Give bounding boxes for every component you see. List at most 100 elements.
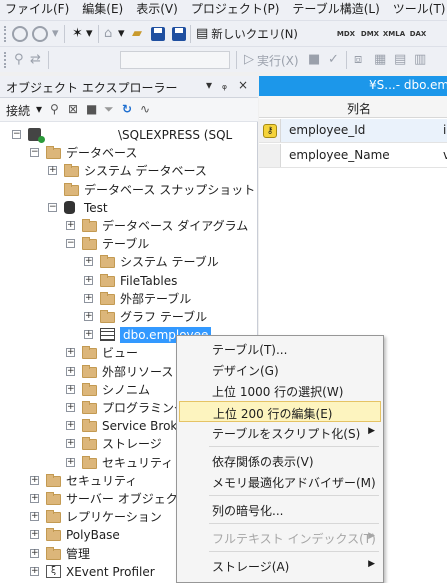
tree-node[interactable]: + FileTables [0,272,258,290]
context-menu-item[interactable]: 上位 200 行の編集(E) [179,401,381,422]
toolbar-grip[interactable] [4,25,8,43]
results-text-icon[interactable]: ▥ [414,51,426,69]
tree-node[interactable]: データベース スナップショット [0,181,258,199]
menu-tools[interactable]: ツール(T) [388,0,447,20]
toolbar-grip-2[interactable] [4,51,8,69]
results-grid-icon[interactable]: ▤ [394,51,406,69]
expand-icon[interactable]: + [84,275,93,285]
tree-node[interactable]: − \SQLEXPRESS (SQL [0,126,258,144]
parse-icon[interactable]: ✓ [328,51,339,69]
tree-node[interactable]: + グラフ テーブル [0,308,258,326]
context-menu-item[interactable]: 依存関係の表示(V) [179,450,381,471]
save-all-icon[interactable] [172,25,186,43]
expand-icon[interactable]: + [30,566,39,576]
expand-icon[interactable]: + [30,548,39,558]
column-name-cell[interactable]: employee_Name [289,148,390,162]
column-type-cell[interactable]: v [443,148,447,162]
database-dropdown[interactable] [120,51,230,69]
expand-icon[interactable]: + [84,293,93,303]
connect-dropdown-icon[interactable]: ▾ [36,102,42,116]
tree-node[interactable]: − Test [0,199,258,217]
close-icon[interactable]: × [238,78,248,92]
expand-icon[interactable]: + [84,330,93,340]
execute-button[interactable]: ▷ 実行(X) [244,51,299,69]
mdx-query-icon[interactable]: MDX [334,25,358,43]
refresh-icon[interactable]: ↻ [122,102,132,116]
panel-menu-icon[interactable]: ▾ [206,78,212,92]
column-type-cell[interactable]: i [443,123,446,137]
column-name-cell[interactable]: employee_Id [289,123,365,137]
tree-node[interactable]: − テーブル [0,235,258,253]
expand-icon[interactable]: + [66,457,75,467]
expand-icon[interactable]: + [30,530,39,540]
activity-monitor-icon[interactable]: ∿ [140,102,150,116]
collapse-icon[interactable]: − [12,130,21,139]
tree-node[interactable]: − データベース [0,144,258,162]
connect-icon[interactable]: ⚲ [14,51,24,69]
stop-icon[interactable]: ■ [86,102,97,116]
tree-node[interactable]: + システム データベース [0,162,258,180]
menu-view[interactable]: 表示(V) [131,0,186,20]
expand-icon[interactable]: + [30,512,39,522]
context-menu-item[interactable]: デザイン(G) [179,359,381,380]
expand-icon[interactable]: + [66,421,75,431]
stop-icon[interactable]: ■ [308,51,320,69]
add-item-dropdown-icon[interactable]: ▾ [118,25,125,43]
context-menu-item[interactable]: フルテキスト インデックス(T) ▶ [179,527,381,548]
context-menu-item[interactable]: メモリ最適化アドバイザー(M) [179,471,381,492]
tree-node[interactable]: + 外部テーブル [0,290,258,308]
estimated-plan-icon[interactable]: ⧈ [354,51,362,69]
context-menu-item[interactable]: テーブル(T)... [179,338,381,359]
query-options-icon[interactable]: ▦ [374,51,386,69]
menu-file[interactable]: ファイル(F) [0,0,77,20]
collapse-icon[interactable]: − [30,148,39,158]
menu-project[interactable]: プロジェクト(P) [186,0,288,20]
tree-node[interactable]: + データベース ダイアグラム [0,217,258,235]
column-row[interactable]: ⚷ employee_Id i [259,119,447,143]
connect-button[interactable]: 接続 [6,102,30,119]
filter-icon[interactable]: ⏷ [104,102,114,117]
forward-icon[interactable] [32,25,48,43]
dmx-query-icon[interactable]: DMX [358,25,382,43]
collapse-icon[interactable]: − [48,202,57,212]
expand-icon[interactable]: + [66,384,75,394]
menu-table-designer[interactable]: テーブル構造(L) [287,0,387,20]
expand-icon[interactable]: + [48,166,57,176]
new-query-button[interactable]: ▤ 新しいクエリ(N) [196,25,298,43]
expand-icon[interactable]: + [66,348,75,358]
tree-node-label: ストレージ [102,437,162,452]
dax-query-icon[interactable]: DAX [406,25,430,43]
expand-icon[interactable]: + [66,403,75,412]
document-tab[interactable]: ¥S...- dbo.emplo [259,76,447,96]
expand-icon[interactable]: + [66,221,75,230]
expand-icon[interactable]: + [66,366,75,376]
nav-dropdown-icon[interactable]: ▾ [52,25,59,43]
change-connection-icon[interactable]: ⇄ [30,51,41,69]
disconnect-icon[interactable]: ⊠ [68,102,78,116]
context-menu-item[interactable]: テーブルをスクリプト化(S) ▶ [179,422,381,443]
expand-icon[interactable]: + [66,439,75,449]
context-menu-item-label: 列の暗号化... [212,504,284,518]
add-item-icon[interactable]: ⌂ [104,25,112,43]
column-row[interactable]: employee_Name v [259,144,447,168]
save-icon[interactable] [151,25,165,43]
open-folder-icon[interactable]: ▰ [132,25,142,43]
context-menu-item[interactable]: 上位 1000 行の選択(W) [179,380,381,401]
expand-icon[interactable]: + [30,494,39,503]
collapse-icon[interactable]: − [66,239,75,249]
new-project-icon[interactable]: ✶ [72,25,83,43]
xmla-query-icon[interactable]: XMLA [382,25,406,43]
context-menu-item[interactable]: ストレージ(A) ▶ [179,555,381,576]
row-selector[interactable] [259,144,281,167]
tree-node[interactable]: + システム テーブル [0,253,258,271]
pin-icon[interactable]: ᵩ [222,78,227,92]
connect-object-icon[interactable]: ⚲ [50,102,59,116]
tree-node-label: システム テーブル [120,255,219,270]
expand-icon[interactable]: + [84,257,93,267]
new-project-dropdown-icon[interactable]: ▾ [86,25,93,43]
expand-icon[interactable]: + [30,475,39,485]
context-menu-item[interactable]: 列の暗号化... [179,499,381,520]
expand-icon[interactable]: + [84,312,93,321]
back-icon[interactable] [12,25,28,43]
menu-edit[interactable]: 編集(E) [77,0,131,20]
